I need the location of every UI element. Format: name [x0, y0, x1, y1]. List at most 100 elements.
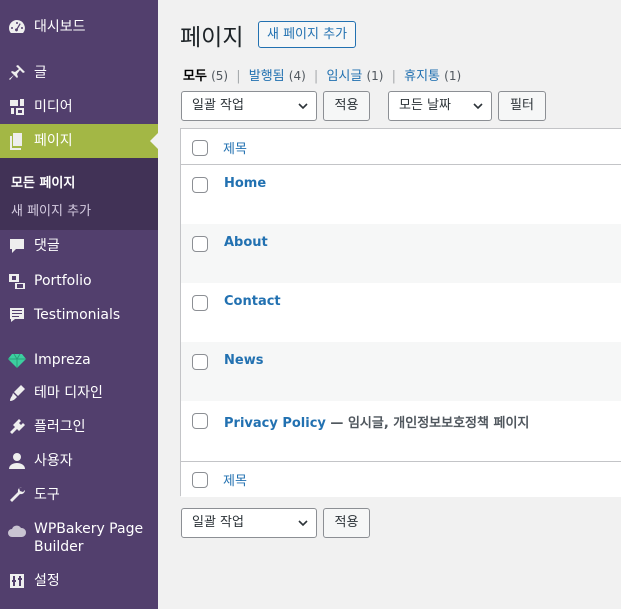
dashboard-icon — [0, 10, 34, 44]
filter-published[interactable]: 발행됨 — [249, 69, 285, 84]
separator: | — [391, 69, 396, 84]
plugin-icon — [0, 410, 34, 444]
menu-item-pages[interactable]: 페이지 — [0, 124, 158, 158]
filter-draft[interactable]: 임시글 — [326, 69, 362, 84]
filter-trash[interactable]: 휴지통 — [404, 69, 440, 84]
page-title-link[interactable]: Home — [224, 176, 266, 191]
row-title: Home — [224, 176, 266, 191]
page-title-link[interactable]: News — [224, 353, 263, 368]
menu-item-wpbakery[interactable]: WPBakery Page Builder — [0, 520, 158, 560]
menu-item-tools[interactable]: 도구 — [0, 478, 158, 512]
apply-button-bottom[interactable]: 적용 — [323, 508, 370, 538]
menu-label: 플러그인 — [34, 419, 86, 435]
menu-label: Portfolio — [34, 273, 92, 289]
page-title-link[interactable]: Privacy Policy — [224, 416, 326, 431]
row-title: About — [224, 235, 268, 250]
row-title: Privacy Policy — 임시글, 개인정보보호정책 페이지 — [224, 412, 529, 431]
table-header: 제목 — [181, 129, 621, 165]
testimonials-icon — [0, 298, 34, 332]
wrench-icon — [0, 478, 34, 512]
select-all-checkbox[interactable] — [192, 140, 208, 156]
menu-label: 댓글 — [34, 238, 60, 254]
row-checkbox[interactable] — [192, 413, 208, 429]
menu-item-testimonials[interactable]: Testimonials — [0, 298, 158, 332]
menu-label: WPBakery Page Builder — [34, 521, 144, 555]
gem-icon — [0, 343, 34, 377]
page-title-link[interactable]: About — [224, 235, 268, 250]
user-icon — [0, 444, 34, 478]
menu-item-portfolio[interactable]: Portfolio — [0, 264, 158, 298]
pin-icon — [0, 56, 34, 90]
menu-item-dashboard[interactable]: 대시보드 — [0, 10, 158, 44]
menu-item-comments[interactable]: 댓글 — [0, 229, 158, 263]
pages-table: 제목 Home About Contact News Privacy Polic… — [180, 128, 621, 497]
date-filter-select[interactable]: 모든 날짜 — [388, 91, 492, 121]
admin-sidebar: 대시보드 글 미디어 페이지 모든 페이지 새 페이지 추가 댓글 Portfo… — [0, 0, 158, 609]
bulk-action-select-bottom[interactable]: 일괄 작업 — [181, 508, 317, 538]
apply-button-top[interactable]: 적용 — [323, 91, 370, 121]
submenu-add-new-page[interactable]: 새 페이지 추가 — [11, 200, 91, 219]
settings-icon — [0, 564, 34, 598]
bulk-action-select-top[interactable]: 일괄 작업 — [181, 91, 317, 121]
menu-label: 도구 — [34, 487, 60, 503]
page-title-link[interactable]: Contact — [224, 294, 281, 309]
row-checkbox[interactable] — [192, 295, 208, 311]
row-checkbox[interactable] — [192, 354, 208, 370]
table-row: Privacy Policy — 임시글, 개인정보보호정책 페이지 — [181, 401, 621, 460]
media-icon — [0, 90, 34, 124]
menu-label: 대시보드 — [34, 19, 86, 35]
bulk-action-value: 일괄 작업 — [192, 98, 244, 113]
menu-label: 테마 디자인 — [34, 385, 103, 401]
main-content: 페이지 새 페이지 추가 모두 (5) | 발행됨 (4) | 임시글 (1) … — [158, 0, 621, 609]
menu-label: 페이지 — [34, 133, 73, 149]
chevron-down-icon — [473, 103, 483, 110]
count-draft: (1) — [366, 69, 384, 83]
comment-icon — [0, 229, 34, 263]
menu-label: 미디어 — [34, 99, 73, 115]
menu-label: 설정 — [34, 573, 60, 589]
page-title: 페이지 — [180, 25, 244, 51]
menu-item-media[interactable]: 미디어 — [0, 90, 158, 124]
submenu-all-pages[interactable]: 모든 페이지 — [11, 172, 75, 191]
separator: | — [236, 69, 241, 84]
table-row: Contact — [181, 283, 621, 342]
pages-icon — [0, 124, 34, 158]
menu-label: Testimonials — [34, 307, 121, 323]
add-new-page-button[interactable]: 새 페이지 추가 — [258, 21, 357, 48]
table-row: About — [181, 224, 621, 283]
row-title: Contact — [224, 294, 281, 309]
menu-item-plugins[interactable]: 플러그인 — [0, 410, 158, 444]
row-title: News — [224, 353, 263, 368]
menu-label: Impreza — [34, 352, 91, 368]
menu-label: 사용자 — [34, 453, 73, 469]
status-filter-links: 모두 (5) | 발행됨 (4) | 임시글 (1) | 휴지통 (1) — [183, 65, 461, 84]
row-checkbox[interactable] — [192, 177, 208, 193]
pages-submenu: 모든 페이지 새 페이지 추가 — [0, 158, 158, 230]
count-published: (4) — [288, 69, 306, 83]
menu-item-impreza[interactable]: Impreza — [0, 343, 158, 377]
row-checkbox[interactable] — [192, 236, 208, 252]
chevron-down-icon — [298, 103, 308, 110]
chevron-down-icon — [298, 520, 308, 527]
column-title-header[interactable]: 제목 — [223, 138, 247, 157]
table-footer: 제목 — [181, 461, 621, 497]
brush-icon — [0, 376, 34, 410]
column-title-footer[interactable]: 제목 — [223, 470, 247, 489]
count-all: (5) — [211, 69, 229, 83]
filter-all[interactable]: 모두 — [183, 69, 207, 84]
menu-item-posts[interactable]: 글 — [0, 56, 158, 90]
count-trash: (1) — [444, 69, 462, 83]
menu-label: 글 — [34, 65, 47, 81]
date-filter-value: 모든 날짜 — [399, 98, 451, 113]
separator: | — [313, 69, 319, 84]
table-row: Home — [181, 165, 621, 224]
menu-item-appearance[interactable]: 테마 디자인 — [0, 376, 158, 410]
filter-button[interactable]: 필터 — [498, 91, 546, 121]
page-state: — 임시글, 개인정보보호정책 페이지 — [325, 416, 530, 431]
bulk-action-value: 일괄 작업 — [192, 515, 244, 530]
select-all-checkbox-footer[interactable] — [192, 472, 208, 488]
cloud-icon — [0, 520, 34, 542]
menu-item-users[interactable]: 사용자 — [0, 444, 158, 478]
menu-item-settings[interactable]: 설정 — [0, 564, 158, 598]
portfolio-icon — [0, 264, 34, 298]
